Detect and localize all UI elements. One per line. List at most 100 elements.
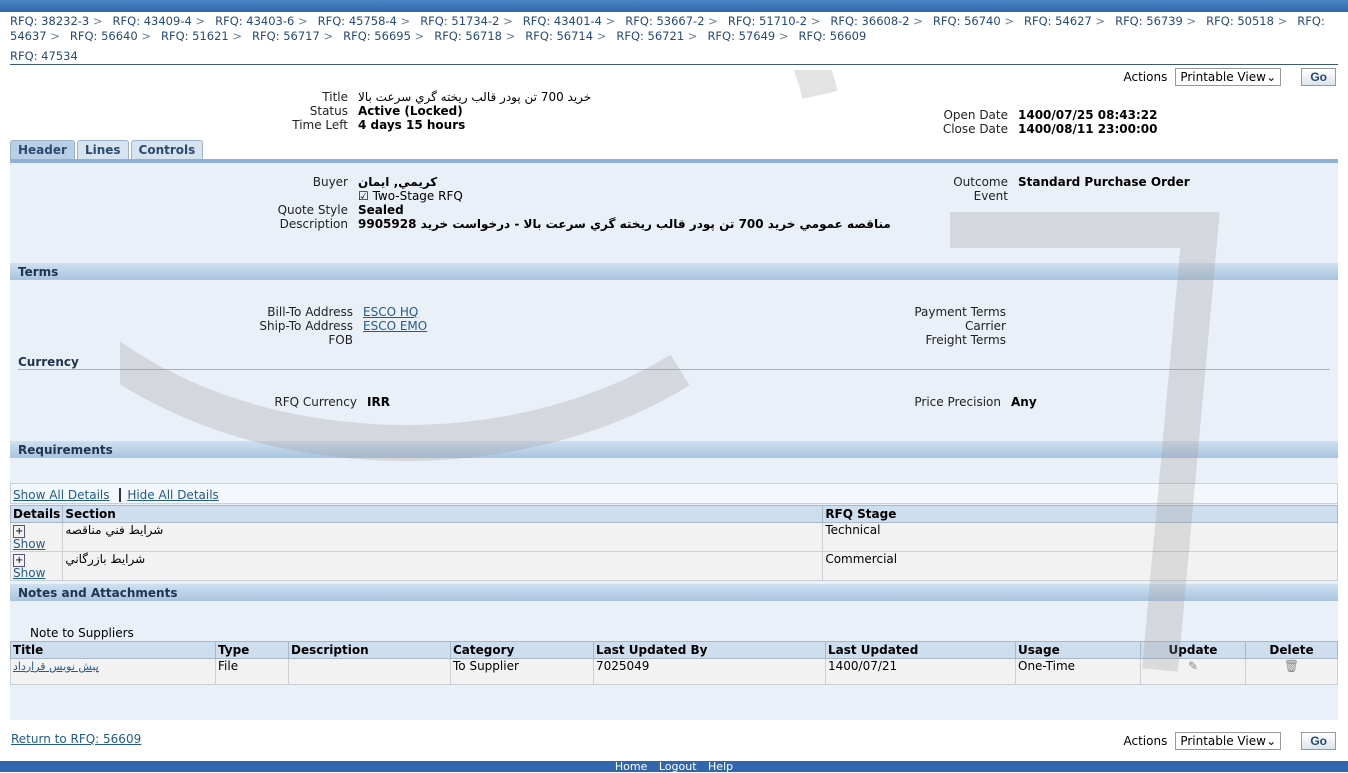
breadcrumb-link[interactable]: RFQ: 51710-2 xyxy=(728,14,821,28)
breadcrumb-link[interactable]: RFQ: 56717 xyxy=(252,29,333,43)
breadcrumb-link[interactable]: RFQ: 56740 xyxy=(933,14,1014,28)
go-button[interactable]: Go xyxy=(1301,68,1336,86)
category-cell: To Supplier xyxy=(450,658,594,685)
two-stage-checkbox[interactable]: ☑ Two-Stage RFQ xyxy=(358,189,463,203)
breadcrumb-link[interactable]: RFQ: 43401-4 xyxy=(523,14,616,28)
note-to-suppliers-label: Note to Suppliers xyxy=(30,626,134,640)
breadcrumb-link[interactable]: RFQ: 50518 xyxy=(1206,14,1287,28)
return-link[interactable]: Return to RFQ: 56609 xyxy=(11,732,141,746)
summary: Title خريد 700 تن پودر قالب ريخته گري سرع… xyxy=(218,90,591,132)
tab-controls[interactable]: Controls xyxy=(130,140,204,159)
actions-select-value: Printable View xyxy=(1180,734,1266,748)
tab-lines[interactable]: Lines xyxy=(76,140,129,159)
usage-cell: One-Time xyxy=(1015,658,1141,685)
stage-cell: Technical xyxy=(822,522,1338,552)
actions-select[interactable]: Printable View ⌄ xyxy=(1175,68,1282,86)
buyer-value: كريمي, ايمان xyxy=(358,175,438,189)
title-value: خريد 700 تن پودر قالب ريخته گري سرعت بال… xyxy=(358,90,592,104)
show-link[interactable]: Show xyxy=(13,537,45,551)
breadcrumb-link[interactable]: RFQ: 56721 xyxy=(616,29,697,43)
ship-to-link[interactable]: ESCO EMO xyxy=(363,319,427,333)
buyer-label: Buyer xyxy=(312,175,348,189)
breadcrumb: RFQ: 38232-3RFQ: 43409-4RFQ: 43403-6RFQ:… xyxy=(10,14,1340,44)
status-label: Status xyxy=(309,104,348,118)
bill-to-label: Bill-To Address xyxy=(267,305,353,319)
status-value: Active (Locked) xyxy=(358,104,463,118)
breadcrumb-link[interactable]: RFQ: 56739 xyxy=(1115,14,1196,28)
column-header: Last Updated xyxy=(825,641,1016,659)
logout-link[interactable]: Logout xyxy=(659,760,697,773)
breadcrumb-link[interactable]: RFQ: 53667-2 xyxy=(625,14,718,28)
updated-by-cell: 7025049 xyxy=(593,658,826,685)
breadcrumb-link[interactable]: RFQ: 57649 xyxy=(707,29,788,43)
breadcrumb-link[interactable]: RFQ: 38232-3 xyxy=(10,14,103,28)
fob-label: FOB xyxy=(328,333,353,347)
time-left-value: 4 days 15 hours xyxy=(358,118,466,132)
breadcrumb-link[interactable]: RFQ: 43409-4 xyxy=(113,14,206,28)
header-fields: Buyer كريمي, ايمان ☑ Two-Stage RFQ Quote … xyxy=(218,175,891,231)
price-precision-value: Any xyxy=(1011,395,1037,409)
column-header: RFQ Stage xyxy=(822,505,1338,523)
column-header: Delete xyxy=(1245,641,1338,659)
table-row: پیش نویس قرارداد File To Supplier 702504… xyxy=(10,658,1338,685)
attachment-title-link[interactable]: پیش نویس قرارداد xyxy=(13,660,99,673)
show-link[interactable]: Show xyxy=(13,566,45,580)
breadcrumb-link[interactable]: RFQ: 51621 xyxy=(161,29,242,43)
actions-select[interactable]: Printable View ⌄ xyxy=(1175,732,1282,750)
show-all-details-link[interactable]: Show All Details xyxy=(13,488,110,502)
home-link[interactable]: Home xyxy=(615,760,647,773)
go-button[interactable]: Go xyxy=(1301,732,1336,750)
actions-label: Actions xyxy=(1123,734,1168,748)
tab-header[interactable]: Header xyxy=(10,140,75,159)
details-toggle-bar: Show All Details Hide All Details xyxy=(10,483,1338,504)
two-stage-label: Two-Stage RFQ xyxy=(372,189,463,203)
breadcrumb-link[interactable]: RFQ: 54627 xyxy=(1024,14,1105,28)
chevron-down-icon: ⌄ xyxy=(1266,734,1277,748)
attachments-table: Title Type Description Category Last Upd… xyxy=(10,641,1338,685)
chevron-down-icon: ⌄ xyxy=(1266,70,1277,84)
breadcrumb-link[interactable]: RFQ: 56714 xyxy=(525,29,606,43)
column-header: Type xyxy=(215,641,289,659)
freight-terms-label: Freight Terms xyxy=(925,333,1007,347)
description-cell xyxy=(288,658,451,685)
open-date-label: Open Date xyxy=(943,108,1008,122)
dates: Open Date 1400/07/25 08:43:22 Close Date 1… xyxy=(878,108,1158,136)
breadcrumb-link[interactable]: RFQ: 36608-2 xyxy=(830,14,923,28)
breadcrumb-link[interactable]: RFQ: 51734-2 xyxy=(420,14,513,28)
divider xyxy=(18,369,1330,370)
payment-fields: Payment Terms Carrier Freight Terms xyxy=(876,305,1006,347)
column-header: Usage xyxy=(1015,641,1141,659)
breadcrumb-link[interactable]: RFQ: 56609 xyxy=(799,29,867,43)
actions-bottom: Actions Printable View ⌄ Go xyxy=(1123,732,1336,750)
currency-subheader: Currency xyxy=(18,355,79,369)
pencil-icon[interactable]: ✎ xyxy=(1140,658,1246,685)
column-header: Description xyxy=(288,641,451,659)
breadcrumb-link[interactable]: RFQ: 56695 xyxy=(343,29,424,43)
column-header: Title xyxy=(10,641,216,659)
section-cell: شرايط فني مناقصه xyxy=(62,522,824,552)
rfq-currency-label: RFQ Currency xyxy=(274,395,357,409)
breadcrumb-link[interactable]: RFQ: 45758-4 xyxy=(318,14,411,28)
outcome-label: Outcome xyxy=(953,175,1008,189)
table-row: + Show شرايط بازرگاني Commercial xyxy=(9,551,1338,581)
title-label: Title xyxy=(322,90,348,104)
section-cell: شرايط بازرگاني xyxy=(62,551,824,581)
hide-all-details-link[interactable]: Hide All Details xyxy=(127,488,218,502)
breadcrumb-link[interactable]: RFQ: 56640 xyxy=(70,29,151,43)
terms-header: Terms xyxy=(10,263,1338,280)
top-banner xyxy=(0,0,1348,12)
tab-bar: Header Lines Controls xyxy=(10,140,204,159)
quote-style-value: Sealed xyxy=(358,203,404,217)
trash-icon[interactable]: 🗑 xyxy=(1245,658,1338,685)
close-date-value: 1400/08/11 23:00:00 xyxy=(1018,122,1158,136)
column-header: Update xyxy=(1140,641,1246,659)
help-link[interactable]: Help xyxy=(708,760,733,773)
ship-to-label: Ship-To Address xyxy=(259,319,353,333)
actions-label: Actions xyxy=(1123,70,1168,84)
breadcrumb-link[interactable]: RFQ: 43403-6 xyxy=(215,14,308,28)
column-header: Category xyxy=(450,641,594,659)
bill-to-link[interactable]: ESCO HQ xyxy=(363,305,418,319)
breadcrumb-link[interactable]: RFQ: 56718 xyxy=(434,29,515,43)
currency-field: RFQ Currency IRR xyxy=(227,395,390,409)
actions-top: Actions Printable View ⌄ Go xyxy=(1123,68,1336,86)
